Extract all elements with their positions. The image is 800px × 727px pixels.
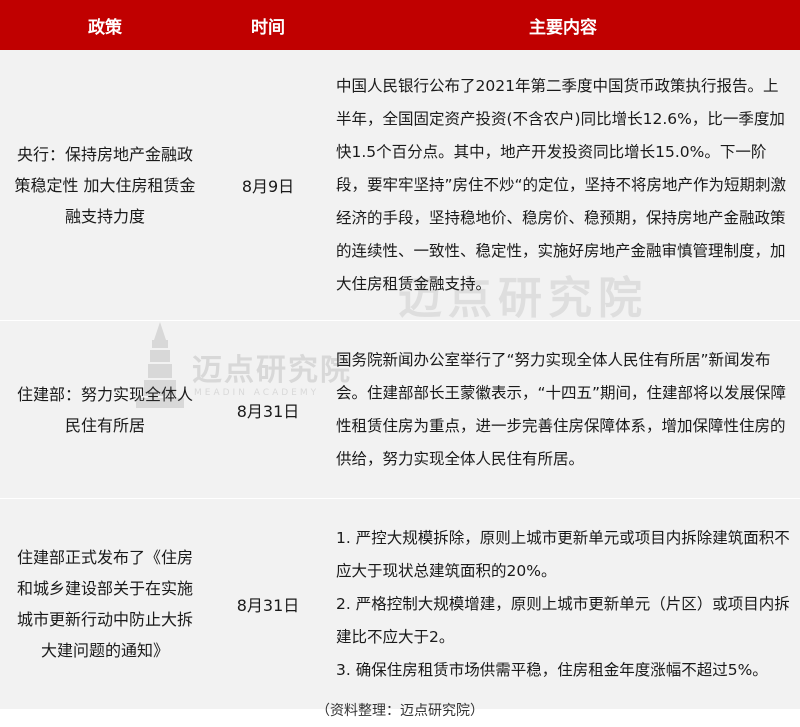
content-item: 2. 严格控制大规模增建，原则上城市更新单元（片区）或项目内拆建比不应大于2。 bbox=[336, 594, 790, 646]
policy-cell: 住建部：努力实现全体人民住有所居 bbox=[16, 384, 193, 435]
policy-cell: 央行：保持房地产金融政策稳定性 加大住房租赁金融支持力度 bbox=[14, 144, 196, 226]
content-item: 3. 确保住房租赁市场供需平稳，住房租金年度涨幅不超过5%。 bbox=[336, 660, 768, 679]
content-cell: 国务院新闻办公室举行了“努力实现全体人民住有所居”新闻发布会。住建部部长王蒙徽表… bbox=[336, 350, 787, 468]
table-row: 住建部正式发布了《住房和城乡建设部关于在实施城市更新行动中防止大拆大建问题的通知… bbox=[0, 499, 800, 710]
time-cell: 8月31日 bbox=[236, 401, 300, 421]
header-content: 主要内容 bbox=[529, 17, 597, 38]
time-cell: 8月9日 bbox=[241, 177, 295, 196]
header-time: 时间 bbox=[251, 17, 285, 38]
content-item: 1. 严控大规模拆除，原则上城市更新单元或项目内拆除建筑面积不应大于现状总建筑面… bbox=[336, 528, 790, 580]
policy-table: 政策 时间 主要内容 央行：保持房地产金融政策稳定性 加大住房租赁金融支持力度 … bbox=[0, 0, 800, 710]
source-note: （资料整理：迈点研究院） bbox=[316, 703, 484, 719]
table-header: 政策 时间 主要内容 bbox=[0, 0, 800, 50]
content-cell: 1. 严控大规模拆除，原则上城市更新单元或项目内拆除建筑面积不应大于现状总建筑面… bbox=[326, 499, 800, 709]
policy-cell: 住建部正式发布了《住房和城乡建设部关于在实施城市更新行动中防止大拆大建问题的通知… bbox=[16, 548, 193, 660]
content-cell: 中国人民银行公布了2021年第二季度中国货币政策执行报告。上半年，全国固定资产投… bbox=[336, 76, 787, 293]
time-cell: 8月31日 bbox=[236, 596, 300, 615]
table-row: 央行：保持房地产金融政策稳定性 加大住房租赁金融支持力度 8月9日 中国人民银行… bbox=[0, 50, 800, 321]
header-policy: 政策 bbox=[88, 17, 122, 38]
table-row: 住建部：努力实现全体人民住有所居 8月31日 国务院新闻办公室举行了“努力实现全… bbox=[0, 321, 800, 499]
